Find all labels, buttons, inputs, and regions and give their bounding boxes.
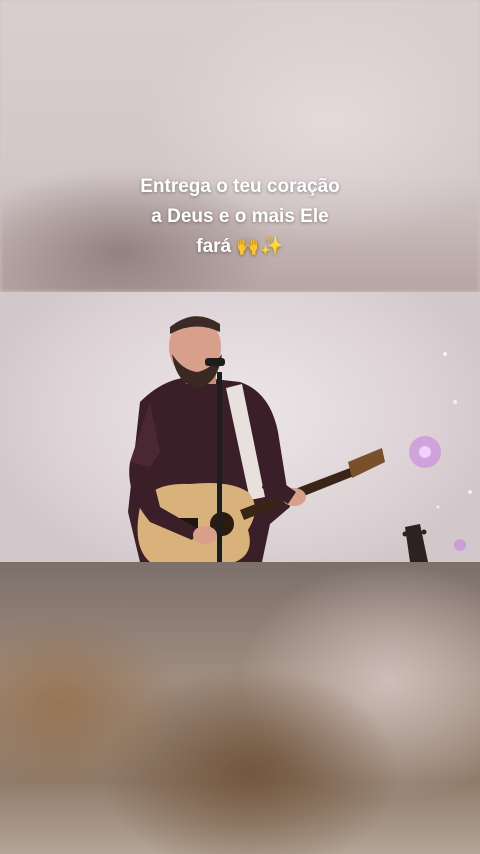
performer-illustration bbox=[128, 316, 472, 562]
caption-line-2: a Deus e o mais Ele bbox=[151, 206, 329, 227]
sparkle-dot bbox=[468, 490, 472, 494]
sparkle-glow bbox=[454, 539, 466, 551]
sparkle-dot bbox=[453, 400, 457, 404]
video-caption: Entrega o teu coração a Deus e o mais El… bbox=[0, 172, 480, 262]
sparkle-core bbox=[419, 446, 431, 458]
sparkle-dot bbox=[443, 352, 447, 356]
caption-line-1: Entrega o teu coração bbox=[140, 176, 340, 197]
blurred-background-bottom bbox=[0, 562, 480, 854]
caption-line-3: fará 🙌✨ bbox=[196, 236, 284, 257]
second-guitar-headstock bbox=[402, 524, 428, 562]
performer-hand bbox=[193, 526, 217, 544]
video-frame[interactable] bbox=[0, 292, 480, 562]
sparkle-dot bbox=[436, 505, 440, 509]
